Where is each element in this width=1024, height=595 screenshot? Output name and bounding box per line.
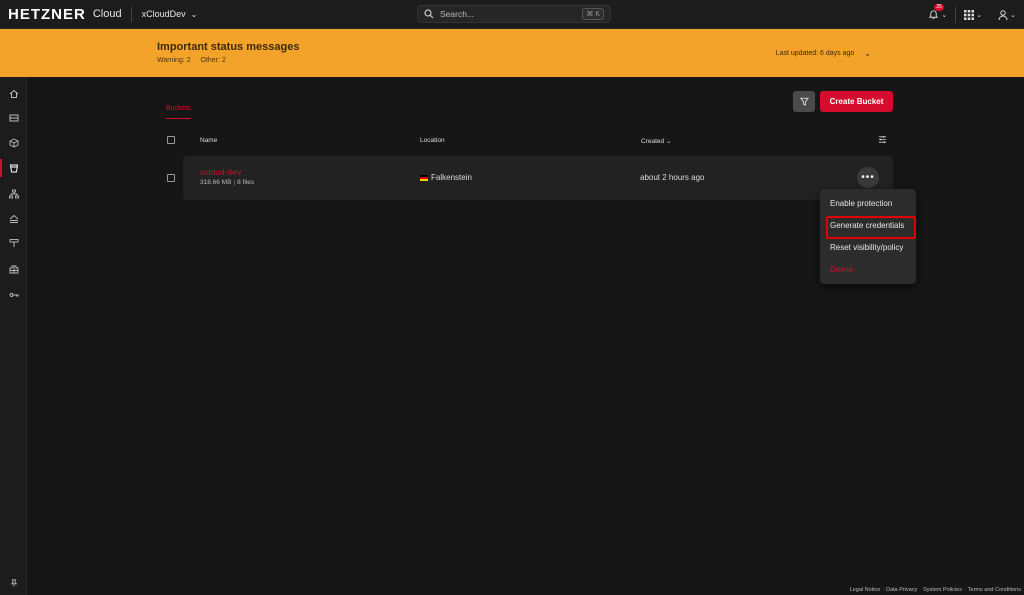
search-input[interactable] [440,9,583,19]
sidebar-item-firewalls[interactable] [0,258,27,280]
menu-item-enable-protection[interactable]: Enable protection [830,199,892,208]
select-all-checkbox[interactable] [167,136,175,144]
bucket-name-link[interactable]: xcloud-dev [200,167,241,177]
signpost-icon [9,239,18,247]
top-bar: HETZNER Cloud xCloudDev ⌄ ⌘ K 25 ⌄ ⌄ ⌄ [0,0,1024,29]
footer-dot: · [963,587,966,593]
notification-badge: 25 [934,4,944,11]
filter-icon [799,97,809,106]
sidebar [0,77,27,595]
sidebar-item-load-balancers[interactable] [0,208,27,230]
other-count: Other: 2 [200,57,226,64]
filter-button[interactable] [793,91,815,112]
sidebar-item-buckets[interactable] [0,157,27,179]
sidebar-item-home[interactable] [0,83,27,105]
warning-count: Warning: 2 [157,57,191,64]
search-box[interactable]: ⌘ K [417,5,611,23]
footer-dot: · [919,587,922,593]
search-icon [424,9,434,19]
sliders-icon [878,135,887,144]
key-icon [9,293,18,297]
status-banner[interactable]: Important status messages Warning: 2 Oth… [0,29,1024,77]
banner-last-updated[interactable]: Last updated: 6 days ago ⌄ [776,49,871,58]
column-header-created[interactable]: Created ⌄ [641,137,671,145]
bucket-icon [9,164,18,173]
project-selector[interactable]: xCloudDev ⌄ [142,9,198,19]
logo-cloud-label: Cloud [92,8,122,20]
menu-item-generate-credentials[interactable]: Generate credentials [830,221,904,230]
sidebar-item-volumes[interactable] [0,132,27,154]
bucket-files: 8 files [237,179,255,186]
project-name: xCloudDev [141,9,186,19]
row-actions-button[interactable]: ••• [857,167,879,188]
tab-bar: Buckets [166,97,191,119]
sidebar-pin-button[interactable] [0,575,27,591]
footer-link-system-policies[interactable]: System Policies [923,587,962,593]
footer-links: Legal Notice · Data Privacy · System Policie… [850,587,1021,593]
apps-menu-button[interactable]: ⌄ [956,0,990,29]
sidebar-item-ssh-keys[interactable] [0,284,27,306]
footer-link-legal-notice[interactable]: Legal Notice [850,587,881,593]
column-header-name[interactable]: Name [200,137,217,144]
footer-link-terms[interactable]: Terms and Conditions [968,587,1021,593]
column-header-location[interactable]: Location [420,137,445,144]
chevron-down-icon: ⌄ [976,11,983,19]
firewall-icon [9,265,18,274]
chevron-down-icon: ⌄ [190,9,198,19]
tab-buckets[interactable]: Buckets [166,105,191,119]
meta-separator: | [233,179,236,186]
location-name: Falkenstein [431,173,472,182]
chevron-down-icon: ⌄ [665,138,672,145]
pin-icon [10,579,17,587]
table-row[interactable] [183,156,893,200]
cube-icon [9,138,18,148]
grid-icon [964,9,975,20]
chevron-down-icon: ⌄ [864,49,871,58]
menu-item-delete[interactable]: Delete [830,265,853,274]
topbar-actions: 25 ⌄ ⌄ ⌄ [920,0,1024,29]
bucket-location: Falkenstein [420,173,472,182]
sidebar-item-servers[interactable] [0,107,27,129]
germany-flag-icon [420,174,428,181]
topbar-divider [130,6,132,22]
sidebar-item-floating-ips[interactable] [0,232,27,254]
chevron-down-icon: ⌄ [1010,11,1016,19]
footer-link-data-privacy[interactable]: Data Privacy [886,587,917,593]
create-bucket-button[interactable]: Create Bucket [820,91,893,112]
load-balancer-icon [9,214,18,223]
more-horizontal-icon: ••• [861,172,875,183]
chevron-down-icon: ⌄ [941,11,948,19]
banner-title: Important status messages [157,41,300,53]
footer-dot: · [882,587,885,593]
menu-item-reset-visibility[interactable]: Reset visibility/policy [830,243,903,252]
column-settings-button[interactable] [878,135,887,146]
user-icon [998,9,1008,20]
bucket-created: about 2 hours ago [640,173,705,182]
sidebar-item-networks[interactable] [0,183,27,205]
notifications-button[interactable]: 25 ⌄ [920,0,955,29]
user-menu-button[interactable]: ⌄ [990,0,1024,29]
network-icon [8,189,19,199]
column-header-created-label: Created [641,138,665,145]
bucket-size: 318.66 MB [200,179,232,186]
row-context-menu: Enable protection Generate credentials R… [820,189,916,284]
last-updated-text: Last updated: 6 days ago [775,50,855,57]
banner-counts: Warning: 2 Other: 2 [157,57,234,64]
bucket-meta: 318.66 MB | 8 files [200,179,254,186]
home-icon [9,89,18,98]
row-checkbox[interactable] [167,174,175,182]
server-icon [9,114,18,122]
hetzner-logo[interactable]: HETZNER [8,6,86,23]
search-shortcut: ⌘ K [582,8,604,20]
